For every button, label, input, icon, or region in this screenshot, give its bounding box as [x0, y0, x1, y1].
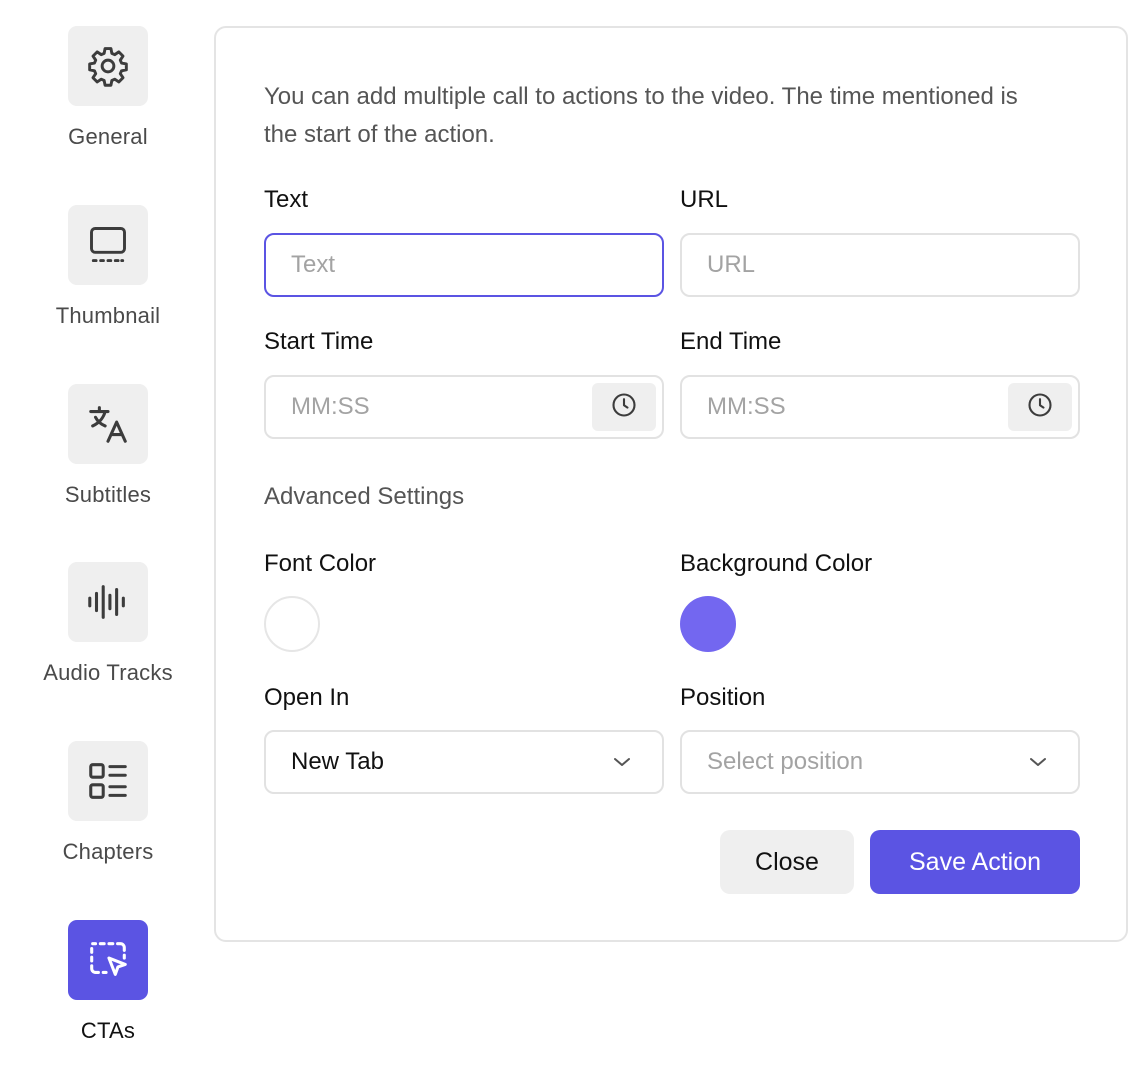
chevron-down-icon [612, 754, 632, 775]
advanced-settings-title: Advanced Settings [264, 483, 465, 510]
font-color-label: Font Color [264, 550, 377, 577]
position-label: Position [680, 684, 766, 711]
start-time-picker-button[interactable] [592, 383, 656, 431]
open-in-label: Open In [264, 684, 350, 711]
end-time-input[interactable] [682, 377, 1008, 437]
sidebar-tile-subtitles [68, 384, 148, 464]
background-color-swatch[interactable] [680, 596, 736, 652]
text-input-box [264, 233, 664, 297]
end-time-label: End Time [680, 328, 782, 355]
sidebar-item-label: Audio Tracks [43, 660, 173, 685]
intro-text: You can add multiple call to actions to … [264, 83, 1018, 148]
open-in-selected-value: New Tab [291, 748, 384, 775]
start-time-input[interactable] [266, 377, 592, 437]
cta-form-card: You can add multiple call to actions to … [214, 26, 1128, 942]
sidebar-tile-chapters [68, 741, 148, 821]
end-time-box [680, 375, 1080, 439]
sidebar-item-label: Chapters [62, 839, 154, 864]
end-time-picker-button[interactable] [1008, 383, 1072, 431]
sidebar-tile-general [68, 26, 148, 106]
open-in-select[interactable]: New Tab [264, 730, 664, 794]
position-select[interactable]: Select position [680, 730, 1080, 794]
start-time-label: Start Time [264, 328, 374, 355]
select-cursor-icon [85, 937, 131, 983]
settings-sidebar: General Thumbnail Subtitles Audio Tracks… [0, 0, 216, 1066]
sidebar-item-label: Subtitles [64, 482, 152, 507]
clock-icon [1026, 391, 1054, 424]
gear-icon [86, 44, 130, 88]
text-input[interactable] [266, 235, 662, 295]
translate-icon [85, 401, 131, 447]
monitor-icon [86, 223, 130, 267]
start-time-box [264, 375, 664, 439]
clock-icon [610, 391, 638, 424]
close-button[interactable]: Close [720, 830, 854, 894]
audio-wave-icon [85, 579, 131, 625]
sidebar-tile-ctas [68, 920, 148, 1000]
chevron-down-icon [1028, 754, 1048, 775]
list-icon [85, 758, 131, 804]
sidebar-item-label: General [68, 124, 148, 149]
sidebar-item-label: CTAs [80, 1018, 136, 1043]
url-input[interactable] [682, 235, 1078, 295]
url-input-box [680, 233, 1080, 297]
sidebar-tile-audio-tracks [68, 562, 148, 642]
text-field-label: Text [264, 186, 309, 213]
url-field-label: URL [680, 186, 729, 213]
sidebar-tile-thumbnail [68, 205, 148, 285]
background-color-label: Background Color [680, 550, 873, 577]
position-placeholder: Select position [707, 748, 864, 775]
font-color-swatch[interactable] [264, 596, 320, 652]
save-action-button[interactable]: Save Action [870, 830, 1080, 894]
sidebar-item-label: Thumbnail [55, 303, 161, 328]
